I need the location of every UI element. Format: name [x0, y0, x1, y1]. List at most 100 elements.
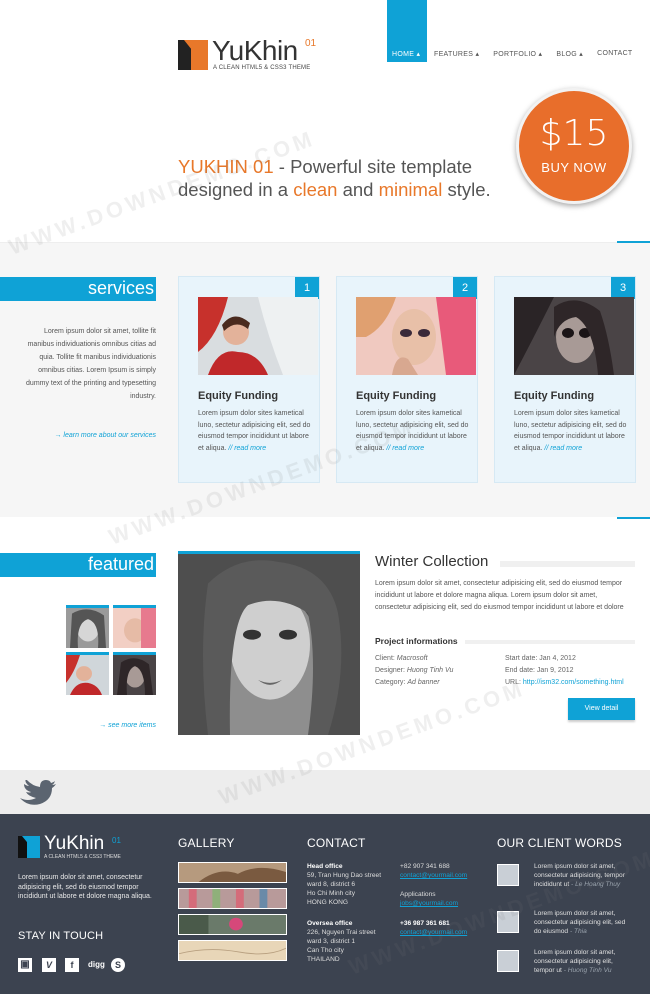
featured-text: Lorem ipsum dolor sit amet, consectetur …: [375, 580, 624, 611]
footer-logo-tagline: A CLEAN HTML5 & CSS3 THEME: [44, 854, 121, 860]
hero-line2b: and: [337, 179, 379, 200]
client-words-heading: OUR CLIENT WORDS: [497, 836, 622, 850]
title-rule: [465, 640, 635, 644]
oversea-office-block: Oversea office 226, Nguyen Trai street w…: [307, 919, 399, 964]
client-row: Client: Macrosoft: [375, 653, 453, 665]
skype-icon[interactable]: S: [111, 958, 125, 972]
end-value: Jan 9, 2012: [536, 667, 574, 674]
nav-features[interactable]: FEATURES ▴: [427, 0, 486, 62]
oversea-office-line: THAILAND: [307, 956, 340, 963]
head-office-block: Head office 59, Tran Hung Dao street war…: [307, 862, 399, 907]
twitter-band: [0, 770, 650, 814]
logo-tagline: A CLEAN HTML5 & CSS3 THEME: [213, 65, 311, 71]
applications-label: Applications: [400, 891, 436, 898]
gallery-image[interactable]: [178, 888, 287, 909]
hero-word-minimal: minimal: [378, 179, 443, 200]
gallery-image[interactable]: [178, 914, 287, 935]
oversea-email-link[interactable]: contact@yourmail.com: [400, 928, 492, 937]
read-more-link[interactable]: // read more: [544, 445, 582, 452]
card-title[interactable]: Equity Funding: [198, 390, 278, 402]
oversea-phone: +36 987 361 681: [400, 920, 450, 927]
read-more-link[interactable]: // read more: [386, 445, 424, 452]
card-number: 3: [611, 277, 635, 299]
featured-thumbnail[interactable]: [66, 605, 109, 648]
client-avatar[interactable]: [497, 950, 519, 972]
hero-line1: - Powerful site template: [273, 156, 473, 177]
card-text: Lorem ipsum dolor sites kametical luno, …: [198, 408, 316, 454]
card-image[interactable]: [198, 297, 318, 375]
facebook-icon[interactable]: f: [65, 958, 79, 972]
service-card: 3 Equity Funding Lorem ipsum dolor sites…: [494, 276, 636, 483]
logo-superscript: 01: [305, 38, 317, 49]
client-avatar[interactable]: [497, 864, 519, 886]
head-office-line: 59, Tran Hung Dao street: [307, 872, 382, 879]
vimeo-icon[interactable]: V: [42, 958, 56, 972]
card-number: 1: [295, 277, 319, 299]
delicious-icon[interactable]: ▣: [18, 958, 32, 972]
featured-thumbnail[interactable]: [66, 652, 109, 695]
featured-title[interactable]: Winter Collection: [375, 553, 488, 570]
services-text: Lorem ipsum dolor sit amet, tollite fit …: [26, 328, 156, 400]
logo-name[interactable]: YuKhin: [212, 35, 298, 67]
head-email-link[interactable]: contact@yourmail.com: [400, 871, 492, 880]
featured-thumbnail[interactable]: [113, 605, 156, 648]
head-office-line: Ho Chi Minh city: [307, 890, 356, 897]
digg-icon[interactable]: digg: [88, 958, 105, 972]
project-meta-right: Start date: Jan 4, 2012 End date: Jan 9,…: [505, 653, 624, 689]
learn-more-link[interactable]: → learn more about our services: [18, 432, 156, 439]
category-value: Ad banner: [407, 679, 440, 686]
oversea-office-label: Oversea office: [307, 920, 353, 927]
gallery-heading: GALLERY: [178, 836, 235, 850]
hero-line2c: style.: [442, 179, 491, 200]
nav-contact[interactable]: CONTACT: [590, 0, 639, 62]
main-nav: HOME ▴ FEATURES ▴ PORTFOLIO ▴ BLOG ▴ CON…: [387, 0, 640, 62]
hero-line2a: designed in a: [178, 179, 294, 200]
gallery-image[interactable]: [178, 940, 287, 961]
footer-logo-sup: 01: [112, 836, 121, 845]
logo-icon[interactable]: [178, 40, 208, 70]
card-title[interactable]: Equity Funding: [356, 390, 436, 402]
card-title[interactable]: Equity Funding: [514, 390, 594, 402]
card-image[interactable]: [356, 297, 476, 375]
nav-portfolio[interactable]: PORTFOLIO ▴: [486, 0, 549, 62]
footer-logo-name[interactable]: YuKhin: [44, 833, 104, 855]
head-office-line: HONG KONG: [307, 899, 349, 906]
gallery-image[interactable]: [178, 862, 287, 883]
category-row: Category: Ad banner: [375, 677, 453, 689]
client-quote: Lorem ipsum dolor sit amet, consectetur …: [534, 948, 634, 975]
service-card: 2 Equity Funding Lorem ipsum dolor sites…: [336, 276, 478, 483]
client-avatar[interactable]: [497, 911, 519, 933]
client-quote: Lorem ipsum dolor sit amet, consectetur …: [534, 909, 634, 936]
client-label: Client:: [375, 655, 395, 662]
buy-now-badge[interactable]: $15 BUY NOW: [516, 88, 632, 204]
start-label: Start date:: [505, 655, 538, 662]
read-more-link[interactable]: // read more: [228, 445, 266, 452]
hero-brand: YUKHIN 01: [178, 156, 274, 177]
buy-now-label: BUY NOW: [541, 160, 607, 175]
card-number: 2: [453, 277, 477, 299]
see-more-link[interactable]: → see more items: [18, 722, 156, 729]
applications-email-link[interactable]: jobs@yourmail.com: [400, 899, 492, 908]
title-rule: [500, 561, 635, 567]
featured-image[interactable]: [178, 551, 360, 735]
head-office-line: ward 8, district 6: [307, 881, 356, 888]
featured-thumbnail[interactable]: [113, 652, 156, 695]
services-label: services: [0, 277, 156, 301]
project-meta-left: Client: Macrosoft Designer: Huong Tinh V…: [375, 653, 453, 689]
project-url-link[interactable]: http://ism32.com/something.html: [523, 679, 624, 686]
section-divider: [617, 517, 650, 519]
url-row: URL: http://ism32.com/something.html: [505, 677, 624, 689]
service-card: 1 Equity Funding Lorem ipsum dolor sites…: [178, 276, 320, 483]
view-detail-button[interactable]: View detail: [568, 698, 635, 720]
card-image[interactable]: [514, 297, 634, 375]
twitter-bird-icon[interactable]: [18, 780, 56, 806]
designer-value: Huong Tinh Vu: [406, 667, 454, 674]
client-value: Macrosoft: [396, 655, 428, 662]
project-info-title: Project informations: [375, 636, 458, 646]
footer-logo-icon[interactable]: [18, 836, 40, 858]
price-amount: $15: [539, 113, 609, 154]
nav-blog[interactable]: BLOG ▴: [549, 0, 590, 62]
nav-home[interactable]: HOME ▴: [387, 0, 427, 62]
hero-headline: YUKHIN 01 - Powerful site template desig…: [178, 155, 508, 201]
start-value: Jan 4, 2012: [539, 655, 576, 662]
